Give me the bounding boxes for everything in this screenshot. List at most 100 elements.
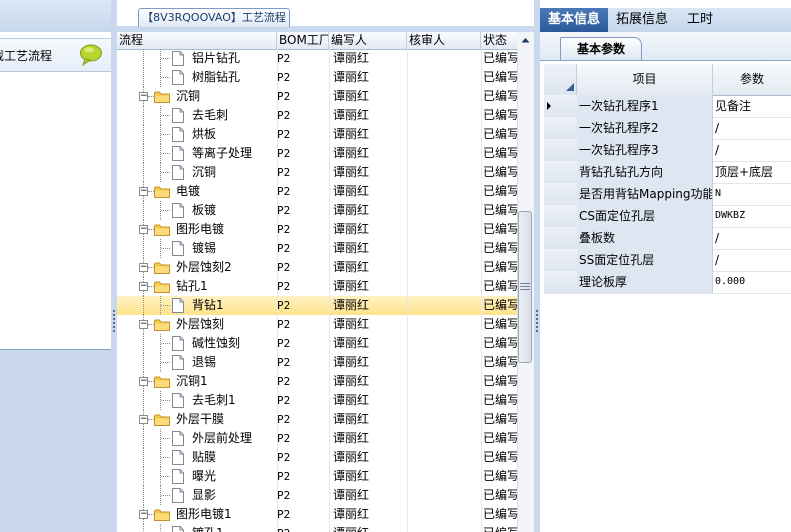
param-row[interactable]: 是否用背钻Mapping功能 N: [544, 183, 791, 206]
param-row[interactable]: CS面定位孔层 DWKBZ: [544, 205, 791, 228]
column-header-status[interactable]: 状态: [481, 32, 517, 49]
param-value[interactable]: N: [713, 183, 791, 205]
param-value[interactable]: /: [713, 117, 791, 139]
column-header-flow[interactable]: 流程: [117, 32, 277, 49]
tree-row[interactable]: − 钻孔1 P2 谭丽红 已编写: [117, 277, 517, 296]
tree-row[interactable]: − 沉铜1 P2 谭丽红 已编写: [117, 372, 517, 391]
column-header-bom[interactable]: BOM工厂: [277, 32, 329, 49]
tree-guide-line: [161, 495, 170, 496]
tree-row[interactable]: 树脂钻孔 P2 谭丽红 已编写: [117, 68, 517, 87]
tree-row[interactable]: − 沉铜 P2 谭丽红 已编写: [117, 87, 517, 106]
tree-row[interactable]: 铝片钻孔 P2 谭丽红 已编写: [117, 49, 517, 68]
param-value[interactable]: 顶层+底层: [713, 161, 791, 183]
tree-row[interactable]: − 外层蚀刻2 P2 谭丽红 已编写: [117, 258, 517, 277]
column-header-writer[interactable]: 编写人: [329, 32, 407, 49]
param-row[interactable]: 一次钻孔程序1 见备注: [544, 95, 791, 118]
tree-row[interactable]: − 图形电镀 P2 谭丽红 已编写: [117, 220, 517, 239]
select-all-triangle-icon: [566, 83, 574, 91]
param-value[interactable]: /: [713, 139, 791, 161]
row-indicator[interactable]: [544, 139, 578, 161]
tab-basic-info[interactable]: 基本信息: [540, 8, 608, 32]
param-name: CS面定位孔层: [577, 205, 713, 227]
column-divider: [277, 353, 278, 372]
column-divider: [329, 49, 330, 68]
row-indicator[interactable]: [544, 271, 578, 293]
tree-row[interactable]: 贴膜 P2 谭丽红 已编写: [117, 448, 517, 467]
tree-row[interactable]: 碱性蚀刻 P2 谭丽红 已编写: [117, 334, 517, 353]
tree-row[interactable]: − 图形电镀1 P2 谭丽红 已编写: [117, 505, 517, 524]
scroll-up-arrow-icon[interactable]: [517, 32, 534, 49]
current-row-arrow-icon: [547, 102, 551, 110]
tree-row[interactable]: 镀锡 P2 谭丽红 已编写: [117, 239, 517, 258]
column-header-item[interactable]: 项目: [577, 64, 713, 95]
tree-row[interactable]: − 电镀 P2 谭丽红 已编写: [117, 182, 517, 201]
left-nav-item[interactable]: 截工艺流程: [0, 38, 111, 72]
tree-node-label: 去毛刺: [192, 108, 229, 122]
column-divider: [481, 410, 482, 429]
tree-row[interactable]: 显影 P2 谭丽红 已编写: [117, 486, 517, 505]
column-divider: [277, 315, 278, 334]
row-indicator[interactable]: [544, 249, 578, 271]
param-row[interactable]: 理论板厚 0.000: [544, 271, 791, 294]
tree-node-label: 板镀: [192, 203, 217, 217]
column-header-reviewer[interactable]: 核审人: [407, 32, 481, 49]
row-indicator[interactable]: [544, 183, 578, 205]
tree-row[interactable]: 曝光 P2 谭丽红 已编写: [117, 467, 517, 486]
column-divider: [277, 391, 278, 410]
row-indicator[interactable]: [544, 205, 578, 227]
collapse-toggle-icon[interactable]: −: [139, 263, 148, 272]
param-grid-corner[interactable]: [544, 64, 577, 95]
row-indicator[interactable]: [544, 161, 578, 183]
param-value[interactable]: /: [713, 249, 791, 271]
param-row[interactable]: 一次钻孔程序2/: [544, 117, 791, 140]
row-indicator[interactable]: [544, 117, 578, 139]
tree-row[interactable]: 背钻1 P2 谭丽红 已编写: [117, 296, 517, 315]
row-indicator[interactable]: [544, 95, 578, 117]
status-cell: 已编写: [483, 374, 517, 388]
tree-grid-header: 流程 BOM工厂 编写人 核审人 状态: [117, 32, 517, 50]
column-divider: [277, 505, 278, 524]
bom-cell: P2: [277, 470, 291, 483]
param-row[interactable]: 叠板数 /: [544, 227, 791, 250]
param-value[interactable]: DWKBZ: [713, 205, 791, 227]
tree-row[interactable]: 退锡 P2 谭丽红 已编写: [117, 353, 517, 372]
tree-row[interactable]: 镀孔1P2 谭丽红 已编写: [117, 524, 517, 532]
bom-cell: P2: [277, 147, 291, 160]
tree-row[interactable]: 烘板 P2 谭丽红 已编写: [117, 125, 517, 144]
writer-cell: 谭丽红: [333, 298, 370, 312]
collapse-toggle-icon[interactable]: −: [139, 92, 148, 101]
param-value[interactable]: 见备注: [713, 95, 791, 117]
process-title-tab[interactable]: 【8V3RQOOVAO】工艺流程: [138, 8, 290, 27]
tree-row[interactable]: 去毛刺1 P2 谭丽红 已编写: [117, 391, 517, 410]
param-value[interactable]: 0.000: [713, 271, 791, 293]
subtab-basic-params[interactable]: 基本参数: [560, 37, 642, 60]
collapse-toggle-icon[interactable]: −: [139, 187, 148, 196]
tab-work-hours[interactable]: 工时: [676, 8, 724, 32]
tab-extended-info[interactable]: 拓展信息: [612, 8, 672, 32]
column-header-param[interactable]: 参数: [713, 64, 791, 95]
tree-guide-line: [161, 77, 170, 78]
column-divider: [481, 144, 482, 163]
collapse-toggle-icon[interactable]: −: [139, 510, 148, 519]
tree-row[interactable]: 外层前处理 P2 谭丽红 已编写: [117, 429, 517, 448]
tree-row[interactable]: 等离子处理 P2 谭丽红 已编写: [117, 144, 517, 163]
tree-row[interactable]: − 外层蚀刻 P2 谭丽红 已编写: [117, 315, 517, 334]
param-row[interactable]: 背钻孔钻孔方向 顶层+底层: [544, 161, 791, 184]
param-row[interactable]: 一次钻孔程序3/: [544, 139, 791, 162]
tree-row[interactable]: − 外层干膜 P2 谭丽红 已编写: [117, 410, 517, 429]
collapse-toggle-icon[interactable]: −: [139, 377, 148, 386]
tree-row[interactable]: 沉铜 P2 谭丽红 已编写: [117, 163, 517, 182]
collapse-toggle-icon[interactable]: −: [139, 415, 148, 424]
param-value[interactable]: /: [713, 227, 791, 249]
row-indicator[interactable]: [544, 227, 578, 249]
tree-guide-line: [143, 296, 144, 315]
collapse-toggle-icon[interactable]: −: [139, 320, 148, 329]
collapse-toggle-icon[interactable]: −: [139, 225, 148, 234]
collapse-toggle-icon[interactable]: −: [139, 282, 148, 291]
column-divider: [329, 201, 330, 220]
tree-node-label: 铝片钻孔: [192, 51, 241, 65]
tree-row[interactable]: 去毛刺 P2 谭丽红 已编写: [117, 106, 517, 125]
param-row[interactable]: SS面定位孔层 /: [544, 249, 791, 272]
speech-bubble-icon[interactable]: [79, 44, 103, 66]
tree-row[interactable]: 板镀 P2 谭丽红 已编写: [117, 201, 517, 220]
